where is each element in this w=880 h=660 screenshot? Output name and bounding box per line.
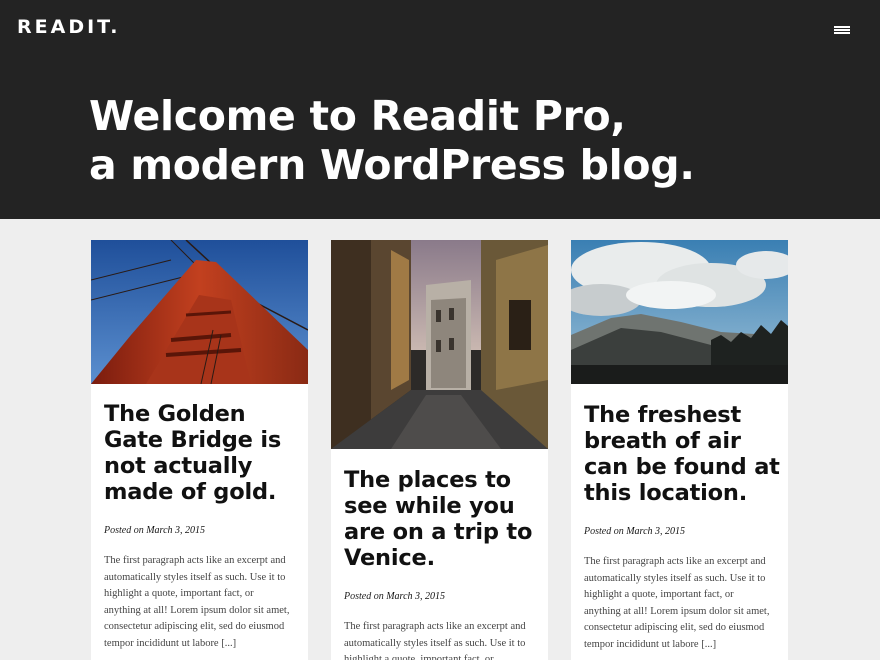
excerpt-line: anything at all! Lorem ipsum dolor sit a… xyxy=(104,604,290,616)
excerpt-line: The first paragraph acts like an excerpt… xyxy=(344,621,526,632)
meta-prefix: Posted on xyxy=(344,591,384,602)
excerpt-line: consectetur adipiscing elit, sed do eius… xyxy=(104,621,285,632)
excerpt-line: tempor incididunt ut labore [...] xyxy=(584,637,779,654)
mountain-clouds-photo[interactable] xyxy=(571,240,788,384)
menu-bar xyxy=(834,29,850,31)
post-title-line: can be found at xyxy=(584,454,780,480)
post-title-line: Venice. xyxy=(344,545,435,571)
excerpt-line: highlight a quote, important fact, or xyxy=(344,654,494,660)
post-title[interactable]: The freshest breath of air can be found … xyxy=(584,402,780,506)
post-excerpt: The first paragraph acts like an excerpt… xyxy=(584,554,779,653)
excerpt-line: anything at all! Lorem ipsum dolor sit a… xyxy=(584,605,770,617)
venice-street-photo[interactable] xyxy=(331,240,548,449)
meta-prefix: Posted on xyxy=(104,525,144,536)
meta-prefix: Posted on xyxy=(584,526,624,537)
excerpt-line: consectetur adipiscing elit, sed do eius… xyxy=(584,622,765,633)
post-title-line: The freshest xyxy=(584,402,742,428)
hero-title-line: a modern WordPress blog. xyxy=(89,141,695,189)
excerpt-line: highlight a quote, important fact, or xyxy=(104,588,254,599)
post-date-link[interactable]: March 3, 2015 xyxy=(146,525,205,536)
post-card: The places to see while you are on a tri… xyxy=(331,240,548,660)
post-title[interactable]: The Golden Gate Bridge is not actually m… xyxy=(104,401,299,505)
menu-bar xyxy=(834,32,850,34)
post-title-line: Gate Bridge is xyxy=(104,427,282,453)
post-title-line: breath of air xyxy=(584,428,741,454)
post-card: The Golden Gate Bridge is not actually m… xyxy=(91,240,308,660)
read-more-link[interactable]: [...] xyxy=(221,638,236,649)
post-title-line: see while you xyxy=(344,493,515,519)
golden-gate-bridge-photo[interactable] xyxy=(91,240,308,384)
post-title-line: The places to xyxy=(344,467,511,493)
post-excerpt: The first paragraph acts like an excerpt… xyxy=(104,553,299,652)
post-date-link[interactable]: March 3, 2015 xyxy=(626,526,685,537)
excerpt-text: tempor incididunt ut labore xyxy=(104,637,219,649)
post-body: The freshest breath of air can be found … xyxy=(584,402,780,653)
post-title-line: made of gold. xyxy=(104,479,277,505)
menu-bar xyxy=(834,26,850,28)
read-more-link[interactable]: [...] xyxy=(701,639,716,650)
post-meta: Posted on March 3, 2015 xyxy=(584,526,779,537)
site-header: READIT. Welcome to Readit Pro, a modern … xyxy=(0,0,880,219)
post-title-line: The Golden xyxy=(104,401,246,427)
post-card: The freshest breath of air can be found … xyxy=(571,240,788,660)
post-title[interactable]: The places to see while you are on a tri… xyxy=(344,467,539,571)
post-meta: Posted on March 3, 2015 xyxy=(104,525,299,536)
hero-title-line: Welcome to Readit Pro, xyxy=(89,92,626,140)
post-date-link[interactable]: March 3, 2015 xyxy=(386,591,445,602)
excerpt-line: The first paragraph acts like an excerpt… xyxy=(584,556,766,567)
excerpt-line: automatically styles itself as such. Use… xyxy=(104,571,286,583)
post-title-line: are on a trip to xyxy=(344,519,533,545)
post-title-line: this location. xyxy=(584,480,748,506)
post-meta: Posted on March 3, 2015 xyxy=(344,591,539,602)
post-body: The places to see while you are on a tri… xyxy=(344,467,539,660)
hamburger-menu-icon[interactable] xyxy=(830,22,852,38)
excerpt-line: automatically styles itself as such. Use… xyxy=(584,572,766,584)
excerpt-line: The first paragraph acts like an excerpt… xyxy=(104,555,286,566)
post-excerpt: The first paragraph acts like an excerpt… xyxy=(344,619,539,660)
excerpt-line: tempor incididunt ut labore [...] xyxy=(104,636,299,653)
hero-title: Welcome to Readit Pro, a modern WordPres… xyxy=(89,92,809,190)
excerpt-line: automatically styles itself as such. Use… xyxy=(344,637,526,649)
post-title-line: not actually xyxy=(104,453,253,479)
post-body: The Golden Gate Bridge is not actually m… xyxy=(104,401,299,652)
excerpt-line: highlight a quote, important fact, or xyxy=(584,589,734,600)
excerpt-text: tempor incididunt ut labore xyxy=(584,638,699,650)
site-logo[interactable]: READIT. xyxy=(17,16,120,38)
